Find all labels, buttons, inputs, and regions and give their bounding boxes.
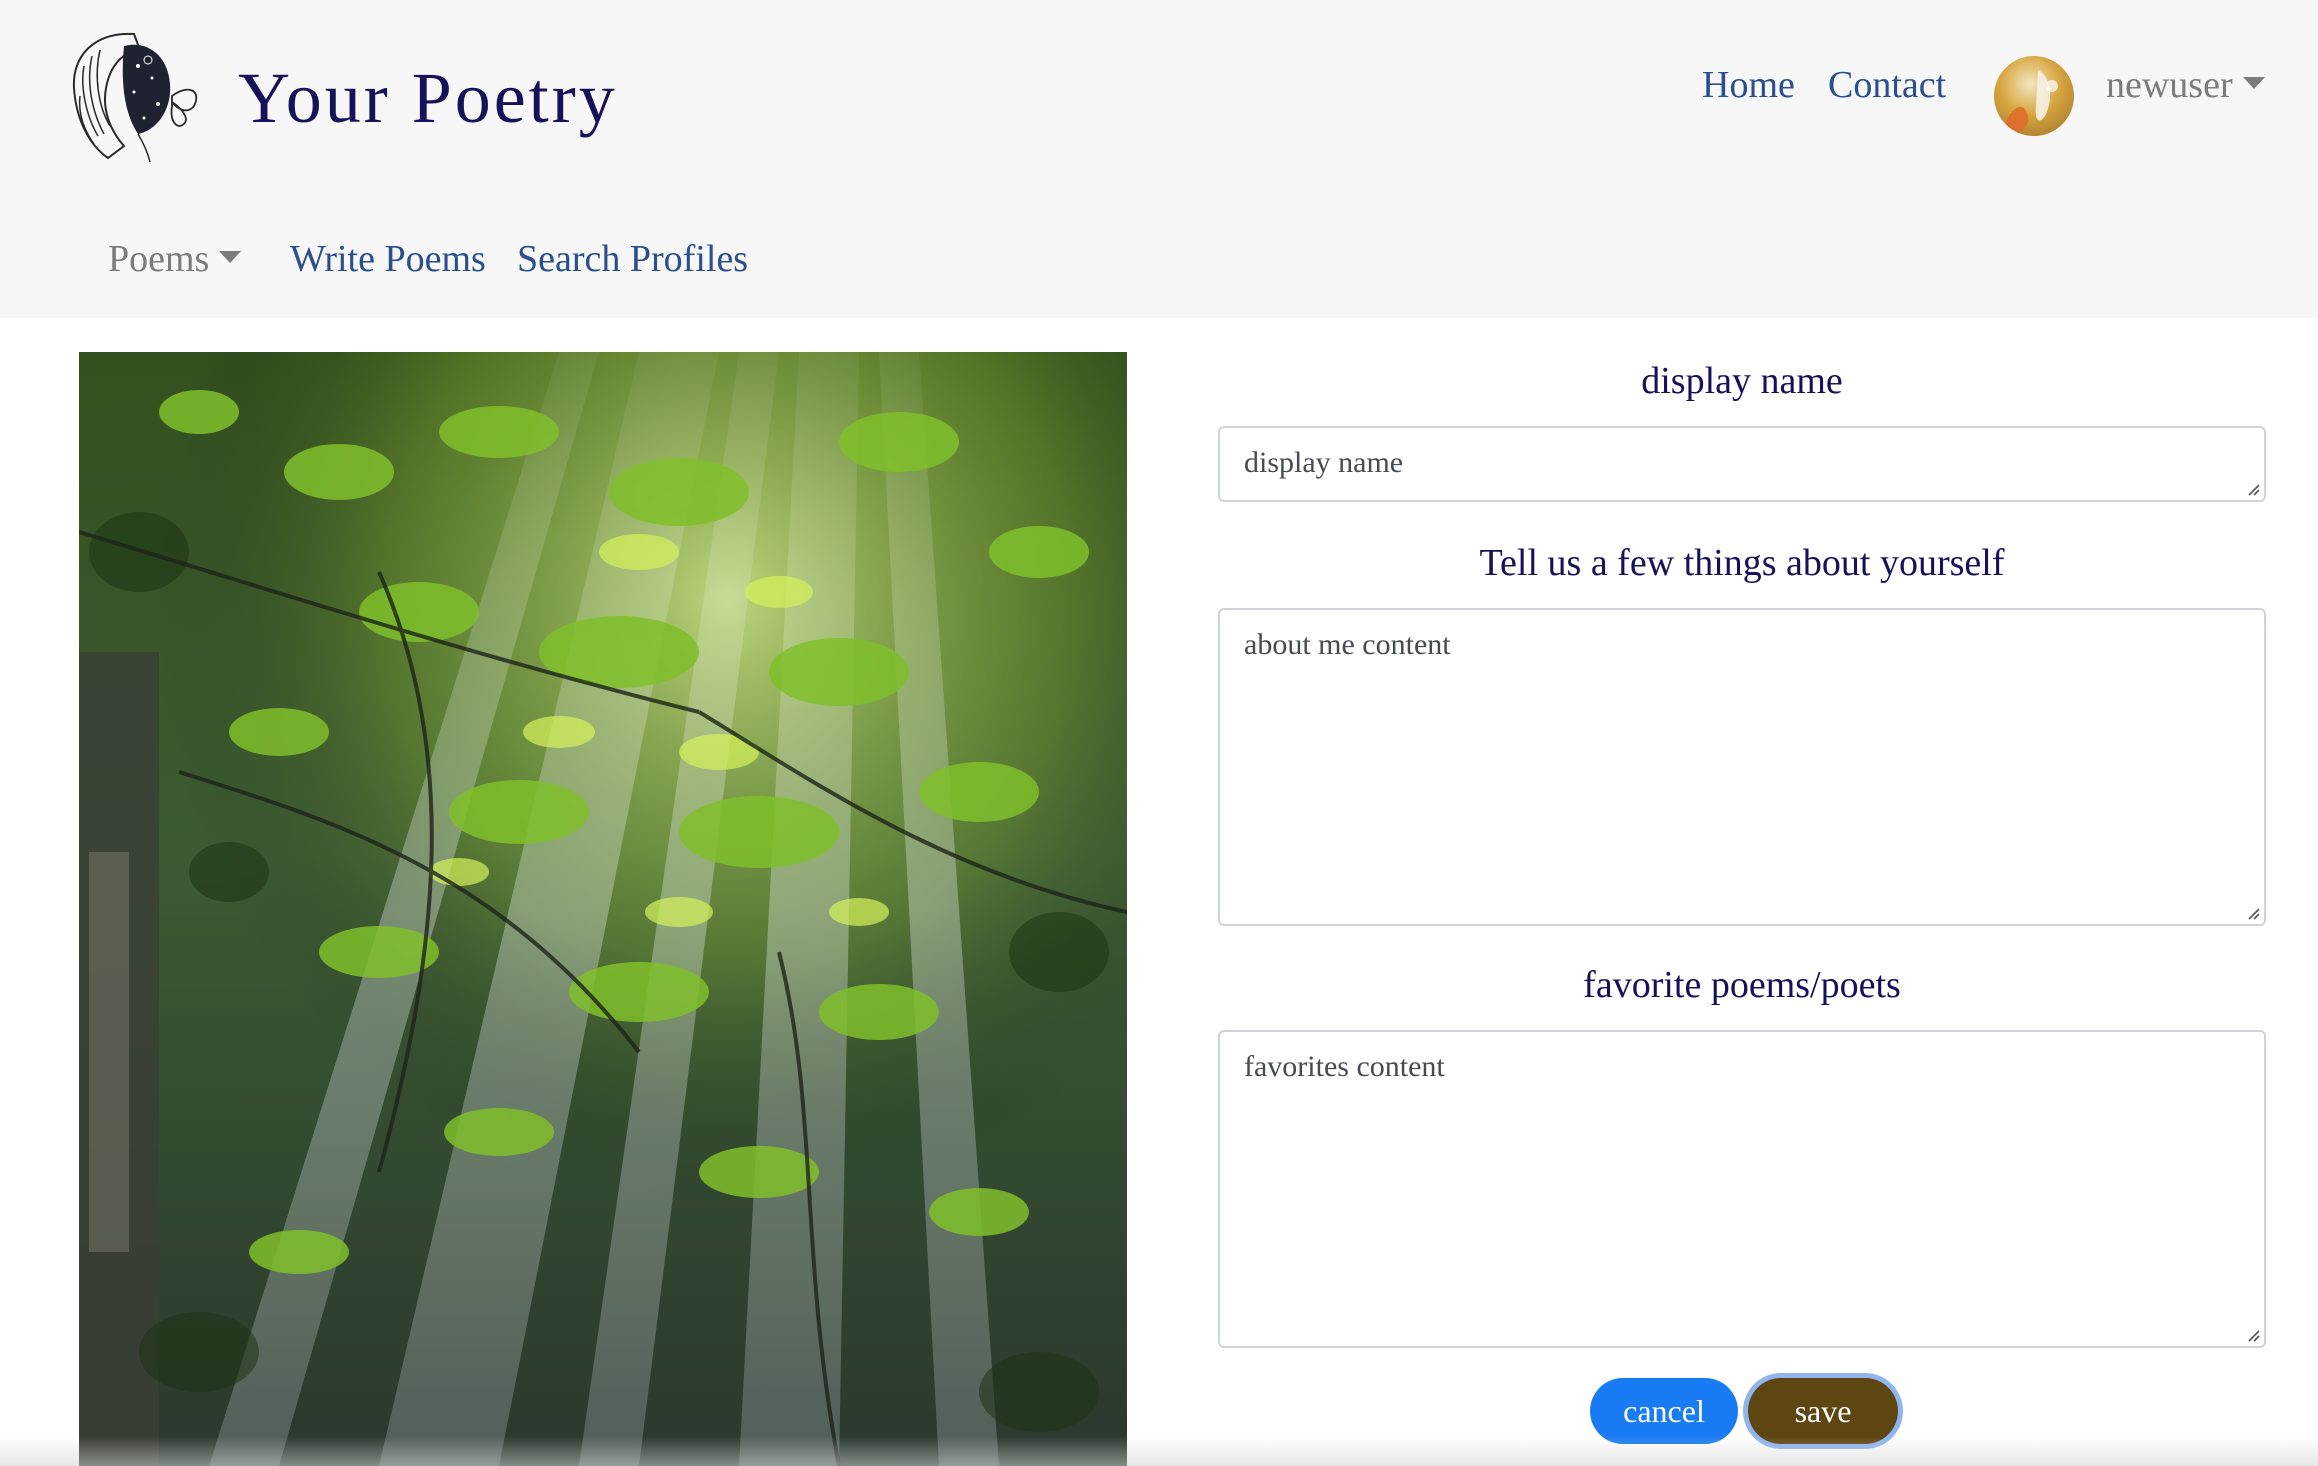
resize-grip-icon[interactable] <box>2246 482 2260 496</box>
username-label: newuser <box>2106 64 2233 106</box>
favorites-field[interactable]: favorites content <box>1218 1030 2266 1348</box>
poet-logo-icon[interactable] <box>64 26 206 163</box>
favorites-placeholder: favorites content <box>1244 1050 1445 1083</box>
save-button[interactable]: save <box>1748 1378 1898 1444</box>
about-me-field[interactable]: about me content <box>1218 608 2266 926</box>
poems-dropdown-toggle[interactable]: Poems <box>108 238 242 280</box>
navbar: Your Poetry Home Contact newuser Poems W… <box>0 0 2318 318</box>
cancel-button[interactable]: cancel <box>1590 1378 1738 1444</box>
nav-home-link[interactable]: Home <box>1702 66 1795 104</box>
brand-title[interactable]: Your Poetry <box>238 62 618 134</box>
resize-grip-icon[interactable] <box>2246 1328 2260 1342</box>
display-name-placeholder: display name <box>1244 446 1404 479</box>
forest-sunlight-image <box>79 352 1127 1466</box>
user-avatar[interactable] <box>1994 56 2074 136</box>
about-label: Tell us a few things about yourself <box>1479 542 2005 584</box>
favorites-label: favorite poems/poets <box>1583 964 1901 1006</box>
display-name-label: display name <box>1641 360 1843 402</box>
about-me-placeholder: about me content <box>1244 628 1451 661</box>
caret-down-icon <box>219 251 242 263</box>
display-name-field[interactable]: display name <box>1218 426 2266 502</box>
resize-grip-icon[interactable] <box>2246 906 2260 920</box>
poems-label: Poems <box>108 238 210 280</box>
nav-contact-link[interactable]: Contact <box>1828 66 1946 104</box>
user-dropdown-toggle[interactable]: newuser <box>2106 66 2265 104</box>
nav-write-poems-link[interactable]: Write Poems <box>290 240 486 278</box>
caret-down-icon <box>2242 77 2265 89</box>
nav-search-profiles-link[interactable]: Search Profiles <box>517 240 748 278</box>
